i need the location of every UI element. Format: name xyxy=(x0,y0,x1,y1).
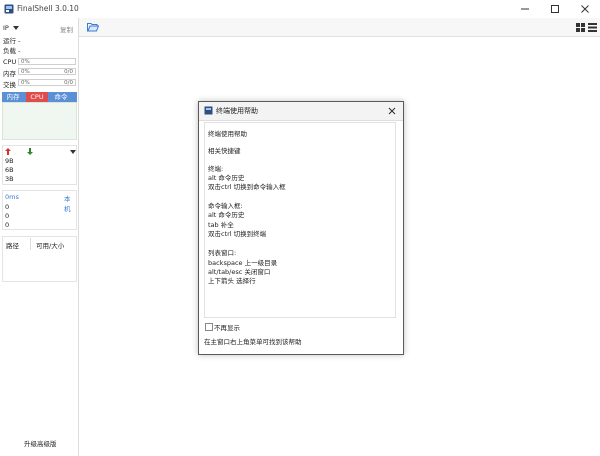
net-tick-2: 6B xyxy=(5,166,14,174)
swap-label: 交换 xyxy=(3,81,16,89)
app-logo-icon xyxy=(4,4,14,14)
footer-note: 在主窗口右上角菜单可找到该帮助 xyxy=(204,338,302,346)
minimize-button[interactable] xyxy=(510,0,540,18)
main-toolbar xyxy=(79,18,600,37)
upload-arrow-icon xyxy=(5,148,11,155)
dialog-title-bar[interactable]: 终端使用帮助 xyxy=(199,102,403,121)
dialog-title: 终端使用帮助 xyxy=(216,107,258,115)
cpu-value: 0% xyxy=(21,59,30,65)
memory-value: 0% xyxy=(21,69,30,75)
load-label: 负载 - xyxy=(3,47,21,55)
dont-show-again-label[interactable]: 不再显示 xyxy=(214,322,240,332)
net-tick-3: 3B xyxy=(5,175,14,183)
close-button[interactable] xyxy=(570,0,600,18)
tab-cpu[interactable]: CPU xyxy=(26,92,48,102)
maximize-button[interactable] xyxy=(540,0,570,18)
disk-size-header: 可用/大小 xyxy=(36,242,65,250)
disk-path-header: 路径 xyxy=(6,242,19,250)
help-content[interactable]: 终端使用帮助 相关快捷键 终端: alt 命令历史 双击ctrl 切换到命令输入… xyxy=(204,122,396,318)
caret-down-icon[interactable] xyxy=(70,150,76,154)
minimize-icon xyxy=(521,8,529,10)
ping-tick-1: 0 xyxy=(5,203,10,211)
ping-host[interactable]: 本机 xyxy=(64,193,76,213)
memory-detail: 0/0 xyxy=(64,69,73,75)
running-label: 运行 - xyxy=(3,37,21,45)
network-panel: 9B 6B 3B xyxy=(2,145,77,185)
window-title: FinalShell 3.0.10 xyxy=(17,4,79,13)
help-line: 终端使用帮助 xyxy=(208,130,247,138)
dont-show-again-checkbox[interactable] xyxy=(205,323,213,331)
ip-label: IP xyxy=(3,24,9,32)
copy-button[interactable]: 复制 xyxy=(60,24,73,34)
help-line: 双击ctrl 切换到命令输入框 xyxy=(208,183,286,191)
caret-down-icon[interactable] xyxy=(13,26,19,30)
process-list[interactable] xyxy=(2,102,77,140)
terminal-help-dialog: 终端使用帮助 终端使用帮助 相关快捷键 终端: alt 命令历史 双击ctrl … xyxy=(198,101,404,355)
terminal-icon xyxy=(204,106,213,115)
swap-value: 0% xyxy=(21,80,30,86)
help-line: 列表窗口: xyxy=(208,249,237,257)
help-line: 相关快捷键 xyxy=(208,147,241,155)
cpu-label: CPU xyxy=(3,58,17,66)
dialog-close-icon[interactable] xyxy=(388,107,396,115)
maximize-icon xyxy=(551,5,559,13)
ping-panel: 0ms 本机 0 0 0 xyxy=(2,190,77,230)
grid-view-icon[interactable] xyxy=(576,23,585,32)
folder-open-icon[interactable] xyxy=(87,22,99,32)
title-bar: FinalShell 3.0.10 xyxy=(0,0,600,18)
help-line: 上下箭头 选择行 xyxy=(208,277,256,285)
upgrade-link[interactable]: 升级高级版 xyxy=(24,438,57,448)
swap-detail: 0/0 xyxy=(64,80,73,86)
column-divider xyxy=(30,238,31,250)
tab-command[interactable]: 命令 xyxy=(50,92,72,102)
process-tabs: 内存 CPU 命令 xyxy=(2,92,77,102)
ping-tick-3: 0 xyxy=(5,221,10,229)
cpu-meter: 0% xyxy=(18,58,76,65)
memory-label: 内存 xyxy=(3,70,16,78)
list-view-icon[interactable] xyxy=(588,23,597,32)
tab-memory[interactable]: 内存 xyxy=(2,92,24,102)
swap-meter: 0% 0/0 xyxy=(18,79,76,86)
ping-tick-2: 0 xyxy=(5,212,10,220)
disk-panel: 路径 可用/大小 xyxy=(2,236,77,282)
close-icon xyxy=(581,5,589,13)
ping-value: 0ms xyxy=(5,193,19,201)
help-line: 双击ctrl 切换到终端 xyxy=(208,230,267,238)
net-tick-1: 9B xyxy=(5,157,14,165)
download-arrow-icon xyxy=(27,148,33,155)
memory-meter: 0% 0/0 xyxy=(18,68,76,75)
help-line: alt 命令历史 xyxy=(208,211,245,219)
